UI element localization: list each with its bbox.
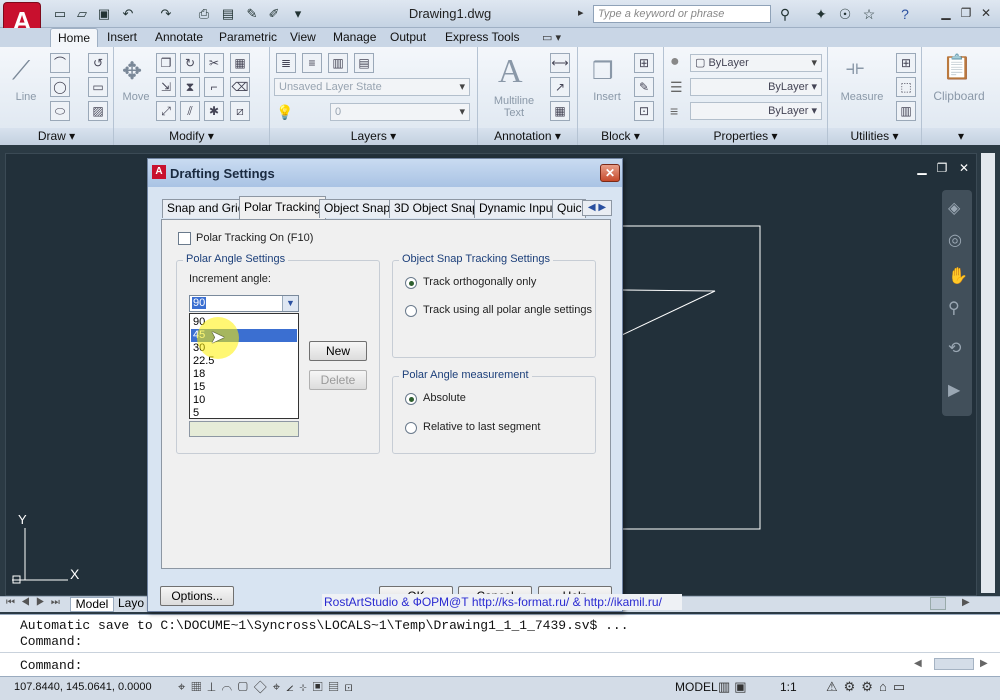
increment-angle-combo[interactable]: 90 ▼ xyxy=(189,295,299,312)
group-label: Object Snap Tracking Settings xyxy=(399,253,553,265)
command-history-line: Command: xyxy=(20,634,83,649)
list-item[interactable]: 18 xyxy=(191,368,297,381)
polar-tracking-label[interactable]: Polar Tracking On (F10) xyxy=(196,232,313,244)
tab-object-snap[interactable]: Object Snap xyxy=(319,199,396,218)
list-item[interactable]: 10 xyxy=(191,394,297,407)
options-button[interactable]: Options... xyxy=(160,586,234,606)
dialog-close-button[interactable]: ✕ xyxy=(600,164,620,182)
command-prompt[interactable]: Command: xyxy=(20,658,82,673)
group-label: Polar Angle measurement xyxy=(399,369,532,381)
autocad-logo-icon: A xyxy=(152,165,166,179)
tab-layout[interactable]: Layo xyxy=(118,597,148,612)
layout-nav-icons[interactable]: ⏮◀▶⏭ xyxy=(6,597,66,608)
watermark-text: RostArtStudio & ФОРМ@Т http://ks-format.… xyxy=(322,594,682,610)
new-angle-button[interactable]: New xyxy=(309,341,367,361)
dialog-tab-content: Polar Tracking On (F10) Polar Angle Sett… xyxy=(161,219,611,569)
group-label: Polar Angle Settings xyxy=(183,253,289,265)
object-snap-tracking-group: Object Snap Tracking Settings Track orth… xyxy=(392,253,596,358)
rectangle-shape xyxy=(622,225,761,530)
additional-angles-list[interactable] xyxy=(189,421,299,437)
triangle-shape xyxy=(621,289,716,336)
drafting-settings-dialog: Drafting Settings A ✕ Snap and Grid Pola… xyxy=(147,158,623,612)
absolute-label[interactable]: Absolute xyxy=(423,392,466,404)
cmd-scroll-right-icon[interactable]: ▶ xyxy=(980,658,988,669)
viewport-icons[interactable]: ▥▣ xyxy=(718,679,751,695)
list-item[interactable]: 15 xyxy=(191,381,297,394)
polar-tracking-checkbox[interactable] xyxy=(178,232,191,245)
tab-scroll-arrows[interactable]: ◀ ▶ xyxy=(582,200,612,216)
command-divider xyxy=(0,652,1000,653)
list-item[interactable]: 22.5 xyxy=(191,355,297,368)
tab-dynamic-input[interactable]: Dynamic Input xyxy=(474,199,561,218)
track-ortho-radio[interactable] xyxy=(405,277,417,289)
drafting-toggle-icons[interactable]: ⌖▦⊥⌒▢◇⌖∠⊹▣▤⊡ xyxy=(178,679,359,695)
model-space-button[interactable]: MODEL xyxy=(675,680,718,694)
chevron-down-icon[interactable]: ▼ xyxy=(282,296,298,311)
ucs-x-label: X xyxy=(70,566,80,582)
ucs-y-label: Y xyxy=(18,512,27,527)
increment-value: 90 xyxy=(192,297,207,309)
list-item[interactable]: 5 xyxy=(191,407,297,420)
delete-angle-button[interactable]: Delete xyxy=(309,370,367,390)
tab-3d-object-snap[interactable]: 3D Object Snap xyxy=(389,199,484,218)
annotation-scale[interactable]: 1:1 xyxy=(780,680,797,694)
coordinates-readout[interactable]: 107.8440, 145.0641, 0.0000 xyxy=(14,681,152,693)
relative-radio[interactable] xyxy=(405,422,417,434)
track-polar-radio[interactable] xyxy=(405,305,417,317)
absolute-radio[interactable] xyxy=(405,393,417,405)
command-history-line: Automatic save to C:\DOCUME~1\Syncross\L… xyxy=(20,618,629,633)
dialog-title[interactable]: Drafting Settings xyxy=(148,159,622,187)
hscroll-thumb[interactable] xyxy=(930,597,946,610)
increment-angle-label: Increment angle: xyxy=(189,273,271,285)
polar-angle-measurement-group: Polar Angle measurement Absolute Relativ… xyxy=(392,369,596,454)
status-tray-icons[interactable]: ⚠⚙⚙⌂▭ xyxy=(826,679,911,695)
mouse-pointer-icon: ➤ xyxy=(210,327,226,347)
scroll-right-icon[interactable]: ▶ xyxy=(962,597,970,608)
track-ortho-label[interactable]: Track orthogonally only xyxy=(423,276,536,288)
tab-quick-properties[interactable]: Quic xyxy=(552,199,586,218)
tab-snap-and-grid[interactable]: Snap and Grid xyxy=(162,199,250,218)
cmd-scroll-left-icon[interactable]: ◀ xyxy=(914,658,922,669)
track-polar-label[interactable]: Track using all polar angle settings xyxy=(423,304,592,316)
tab-model[interactable]: Model xyxy=(70,597,114,612)
relative-label[interactable]: Relative to last segment xyxy=(423,421,540,433)
cmd-scroll-thumb[interactable] xyxy=(934,658,974,670)
tab-polar-tracking[interactable]: Polar Tracking xyxy=(239,196,326,219)
